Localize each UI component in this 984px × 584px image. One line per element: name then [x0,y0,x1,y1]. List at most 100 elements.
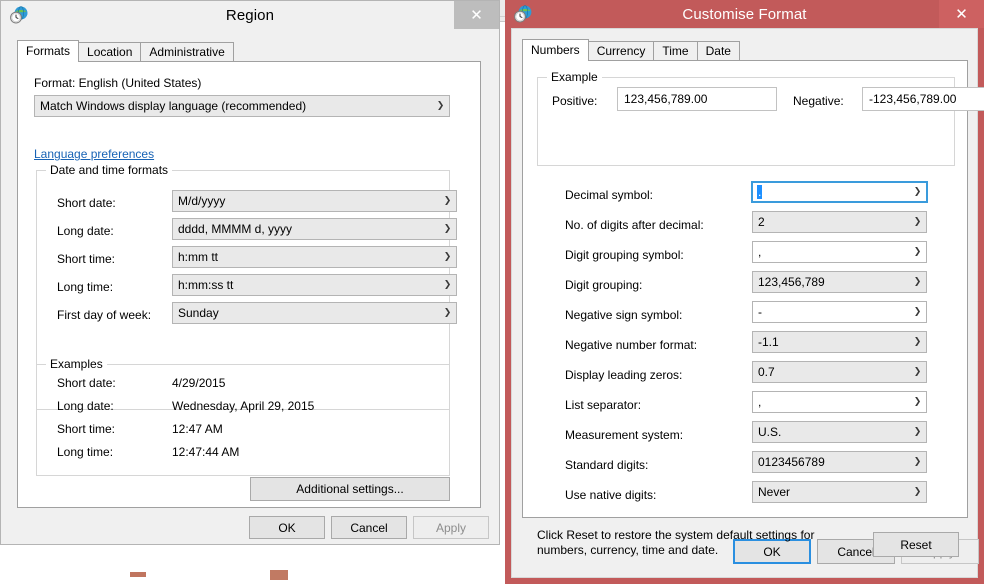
tab-administrative[interactable]: Administrative [140,42,234,62]
list-separator-combo[interactable]: , ❯ [752,391,927,413]
region-tabstrip[interactable]: Formats Location Administrative [17,40,477,62]
example-long-time-value: 12:47:44 AM [172,445,240,459]
example-long-date-label: Long date: [57,399,114,413]
globe-clock-icon [9,5,29,25]
chevron-down-icon: ❯ [913,366,922,377]
customise-tabstrip[interactable]: Numbers Currency Time Date [522,39,968,61]
chevron-down-icon: ❯ [913,396,922,407]
decimal-symbol-selected-text: . [757,185,763,199]
chevron-down-icon: ❯ [443,279,452,290]
display-leading-zeros-combo[interactable]: 0.7 ❯ [752,361,927,383]
standard-digits-label: Standard digits: [565,458,649,472]
decimal-symbol-value: . [753,185,909,199]
tab-formats[interactable]: Formats [17,40,80,62]
short-date-label: Short date: [57,196,116,210]
measurement-system-value: U.S. [758,425,782,439]
negative-sign-symbol-label: Negative sign symbol: [565,308,683,322]
customise-titlebar[interactable]: Customise Format ✕ [505,0,984,28]
short-date-combo[interactable]: M/d/yyyy ❯ [172,190,457,212]
close-icon[interactable]: ✕ [939,0,984,28]
first-day-combo[interactable]: Sunday ❯ [172,302,457,324]
region-tab-page: Format: English (United States) Match Wi… [17,61,481,508]
measurement-system-combo[interactable]: U.S. ❯ [752,421,927,443]
standard-digits-value: 0123456789 [758,455,825,469]
chevron-down-icon: ❯ [913,306,922,317]
example-group: Example Positive: 123,456,789.00 Negativ… [537,70,984,166]
reset-hint-text: Click Reset to restore the system defaul… [537,528,815,557]
tab-numbers[interactable]: Numbers [522,39,589,61]
region-title: Region [225,6,275,24]
chevron-down-icon: ❯ [443,251,452,262]
customise-tab-page: Example Positive: 123,456,789.00 Negativ… [522,60,984,557]
short-time-combo[interactable]: h:mm tt ❯ [172,246,457,268]
examples-title: Examples [46,357,107,371]
digit-grouping-label: Digit grouping: [565,278,643,292]
example-negative-field: -123,456,789.00 [862,87,984,111]
chevron-down-icon: ❯ [436,100,445,111]
digit-grouping-symbol-value: , [758,245,762,259]
negative-number-format-value: -1.1 [758,335,779,349]
digit-grouping-value: 123,456,789 [758,275,825,289]
example-long-time-label: Long time: [57,445,114,459]
additional-settings-button[interactable]: Additional settings... [250,477,450,501]
use-native-digits-label: Use native digits: [565,488,657,502]
reset-button[interactable]: Reset [873,532,959,557]
negative-sign-symbol-combo[interactable]: - ❯ [752,301,927,323]
display-leading-zeros-value: 0.7 [758,365,775,379]
region-cancel-button[interactable]: Cancel [331,516,407,539]
digits-after-decimal-combo[interactable]: 2 ❯ [752,211,927,233]
example-long-date-value: Wednesday, April 29, 2015 [172,399,315,413]
decimal-symbol-combo[interactable]: . ❯ [751,181,928,203]
example-negative-value: -123,456,789.00 [869,92,957,106]
negative-sign-symbol-value: - [758,305,762,319]
close-icon[interactable]: ✕ [454,1,499,29]
long-time-combo[interactable]: h:mm:ss tt ❯ [172,274,457,296]
tab-time[interactable]: Time [653,41,698,61]
region-titlebar[interactable]: Region ✕ [1,1,499,29]
negative-number-format-label: Negative number format: [565,338,698,352]
example-positive-field: 123,456,789.00 [617,87,777,111]
tab-currency[interactable]: Currency [587,41,655,61]
chevron-down-icon: ❯ [913,216,922,227]
language-preferences-link[interactable]: Language preferences [34,147,154,161]
measurement-system-label: Measurement system: [565,428,684,442]
display-language-value: Match Windows display language (recommen… [40,99,307,113]
digits-after-decimal-label: No. of digits after decimal: [565,218,704,232]
digit-grouping-symbol-combo[interactable]: , ❯ [752,241,927,263]
example-positive-value: 123,456,789.00 [624,92,708,106]
tab-date[interactable]: Date [696,41,740,61]
examples-group: Examples Short date: 4/29/2015 Long date… [36,357,450,476]
long-time-value: h:mm:ss tt [178,278,234,292]
chevron-down-icon: ❯ [913,276,922,287]
chevron-down-icon: ❯ [913,336,922,347]
customise-title: Customise Format [682,5,807,23]
example-group-title: Example [547,70,602,84]
long-date-label: Long date: [57,224,114,238]
chevron-down-icon: ❯ [913,486,922,497]
display-leading-zeros-label: Display leading zeros: [565,368,683,382]
example-short-date-value: 4/29/2015 [172,376,226,390]
region-dialog[interactable]: Region ✕ Formats Location Administrative… [0,0,500,545]
chevron-down-icon: ❯ [913,186,922,197]
format-label: Format: English (United States) [34,76,202,90]
tab-location[interactable]: Location [78,42,142,62]
digits-after-decimal-value: 2 [758,215,765,229]
customise-format-dialog[interactable]: Customise Format ✕ Numbers Currency Time… [505,0,984,584]
decimal-symbol-label: Decimal symbol: [565,188,654,202]
use-native-digits-value: Never [758,485,791,499]
long-time-label: Long time: [57,280,114,294]
digit-grouping-combo[interactable]: 123,456,789 ❯ [752,271,927,293]
display-language-combo[interactable]: Match Windows display language (recommen… [34,95,450,117]
chevron-down-icon: ❯ [913,426,922,437]
example-negative-label: Negative: [793,94,844,108]
use-native-digits-combo[interactable]: Never ❯ [752,481,927,503]
long-date-combo[interactable]: dddd, MMMM d, yyyy ❯ [172,218,457,240]
region-apply-button: Apply [413,516,489,539]
region-ok-button[interactable]: OK [249,516,325,539]
first-day-label: First day of week: [57,308,152,322]
background-accent-swatch-bottom [130,572,146,577]
negative-number-format-combo[interactable]: -1.1 ❯ [752,331,927,353]
standard-digits-combo[interactable]: 0123456789 ❯ [752,451,927,473]
background-accent-swatch-bottom2 [270,570,288,580]
example-short-date-label: Short date: [57,376,116,390]
